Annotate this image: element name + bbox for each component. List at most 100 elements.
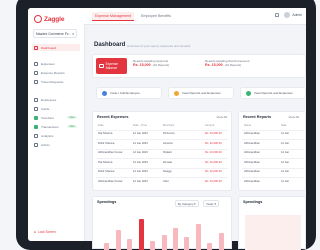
sidebar-item-label: Expenses: [41, 61, 55, 66]
row-divider: [242, 167, 304, 169]
chart-bar[interactable]: [115, 229, 121, 250]
stat-value: Rs. 15,000: [133, 63, 151, 67]
new-badge: New: [67, 124, 77, 129]
table-cell: Rs. 20,000.00: [205, 141, 222, 145]
period-filter[interactable]: Yearly ▾: [203, 200, 219, 207]
expense-balance[interactable]: Expense Balance: [96, 58, 127, 74]
table-cell: 12 Jan: [281, 141, 290, 145]
sidebar-item-expense-reports[interactable]: Expense Reports: [32, 69, 80, 76]
lock-screen-label: Lock Screen: [37, 230, 56, 234]
chart-bar[interactable]: [195, 224, 201, 250]
bell-icon[interactable]: [275, 13, 280, 17]
tab-expense-management[interactable]: Expense Management: [92, 12, 134, 21]
grid-icon: [34, 45, 38, 50]
sidebar: Zaggle Maadex Commerce Pv... ▾ Dashboard…: [28, 8, 85, 241]
logo-icon: [34, 15, 42, 23]
sidebar-item-expenses[interactable]: Expenses: [32, 60, 80, 67]
sidebar-item-cards[interactable]: Cards: [32, 105, 80, 112]
lock-screen-button[interactable]: ● Lock Screen: [34, 230, 56, 234]
user-menu[interactable]: Admin: [275, 12, 302, 18]
chart-bar[interactable]: [127, 238, 133, 250]
avatar: [284, 12, 291, 18]
row-divider: [96, 139, 228, 140]
table-cell: Rs. 20,000.00: [205, 179, 222, 183]
new-badge: New: [67, 115, 77, 120]
recent-expenses-card: Recent Expenses View All Date Date - Tim…: [92, 111, 232, 191]
chart-bar[interactable]: [138, 218, 144, 250]
table-cell: Rs. 20,000.00: [205, 132, 222, 135]
quick-action-label: View Reports and Expenses: [182, 91, 221, 95]
column-header: Name: [244, 124, 252, 127]
view-all-link[interactable]: View All: [289, 115, 299, 119]
quick-action-label: Invite / Add Employee: [110, 91, 140, 95]
stat-sub: (10 Reports): [224, 63, 242, 67]
admin-icon: [34, 142, 38, 147]
spendings-title: Spendings: [97, 200, 117, 204]
chart-bar[interactable]: [184, 237, 190, 250]
chart-icon: [34, 133, 38, 138]
sidebar-item-dashboard[interactable]: Dashboard: [32, 44, 80, 51]
recent-expenses-title: Recent Expenses: [97, 115, 129, 119]
stat-value: Rs. 15,000: [205, 63, 223, 67]
row-divider: [242, 139, 304, 140]
table-cell: Swiggy: [163, 170, 172, 173]
expense-balance-label: Expense Balance: [105, 62, 118, 70]
table-cell: Abhinandhan: [244, 160, 260, 164]
card-icon: [34, 106, 38, 111]
row-divider: [96, 148, 228, 150]
table-cell: Abhinandhan: [244, 141, 260, 145]
sidebar-item-travel-requests[interactable]: Travel Requests: [32, 78, 80, 85]
chevron-down-icon: ▾: [72, 31, 74, 36]
table-cell: Rohit Sharma: [98, 170, 115, 173]
chart-bar[interactable]: [172, 227, 178, 250]
table-cell: Zomato: [163, 160, 173, 164]
logo[interactable]: Zaggle: [34, 15, 64, 23]
sidebar-item-analytics[interactable]: Analytics: [32, 132, 80, 139]
chart-bar[interactable]: [161, 235, 167, 250]
row-divider: [96, 129, 228, 131]
category-filter[interactable]: By Category ▾: [175, 200, 199, 207]
wallet-icon: [34, 61, 38, 66]
column-header: Amount: [205, 124, 215, 127]
report-icon: [34, 70, 38, 75]
table-cell: Rohit Sharma: [98, 141, 115, 145]
table-cell: 12 Jan 2023: [133, 170, 148, 173]
company-name: Maadex Commerce Pv...: [36, 31, 71, 36]
table-cell: 12 Jan: [281, 132, 290, 135]
chart-bar[interactable]: [218, 233, 224, 250]
row-divider: [96, 177, 228, 178]
sidebar-item-label: Admin: [41, 142, 50, 147]
view-all-link[interactable]: View All: [217, 115, 227, 119]
plane-icon: [34, 79, 38, 84]
user-plus-icon: [102, 90, 107, 96]
sidebar-item-employees[interactable]: Employees: [32, 96, 80, 103]
page-subtitle: Overview of your spend, expenses and ben…: [127, 44, 191, 48]
view-reports-button[interactable]: View Reports and Expenses: [168, 87, 234, 99]
tab-employee-benefits[interactable]: Employee Benefits: [138, 12, 174, 20]
row-divider: [96, 158, 228, 159]
invite-employee-button[interactable]: Invite / Add Employee: [96, 87, 162, 99]
sidebar-item-label: Dashboard: [41, 45, 57, 50]
filter-label: Yearly: [206, 201, 214, 206]
sidebar-item-vouchers[interactable]: Vouchers New: [32, 114, 80, 121]
recent-reports-title: Recent Reports: [243, 115, 272, 119]
table-cell: Rs. 20,000.00: [205, 170, 222, 173]
table-cell: 12 Jan 2023: [133, 151, 148, 154]
row-divider: [242, 158, 304, 159]
view-expenses-button[interactable]: View Reports and Expenses: [240, 87, 306, 99]
table-cell: Abhinandhan: [244, 132, 260, 135]
top-bar: Expense Management Employee Benefits Adm…: [84, 8, 306, 25]
row-divider: [96, 167, 228, 169]
table-cell: 12 Jan: [281, 160, 290, 164]
sidebar-item-admin[interactable]: Admin: [32, 141, 80, 148]
spendings-chart-placeholder: [245, 215, 301, 250]
stats-card: Expense Balance Reports Awaiting Approva…: [92, 54, 306, 78]
column-header: Date - Time: [133, 124, 147, 127]
row-divider: [242, 129, 304, 131]
company-selector[interactable]: Maadex Commerce Pv... ▾: [33, 29, 77, 38]
table-cell: Abhinandhan: [244, 179, 260, 183]
sidebar-item-transactions[interactable]: Transactions New: [32, 123, 80, 130]
lock-icon: ●: [34, 230, 36, 234]
spendings-chart: [101, 213, 227, 250]
column-header: Date: [281, 124, 287, 127]
